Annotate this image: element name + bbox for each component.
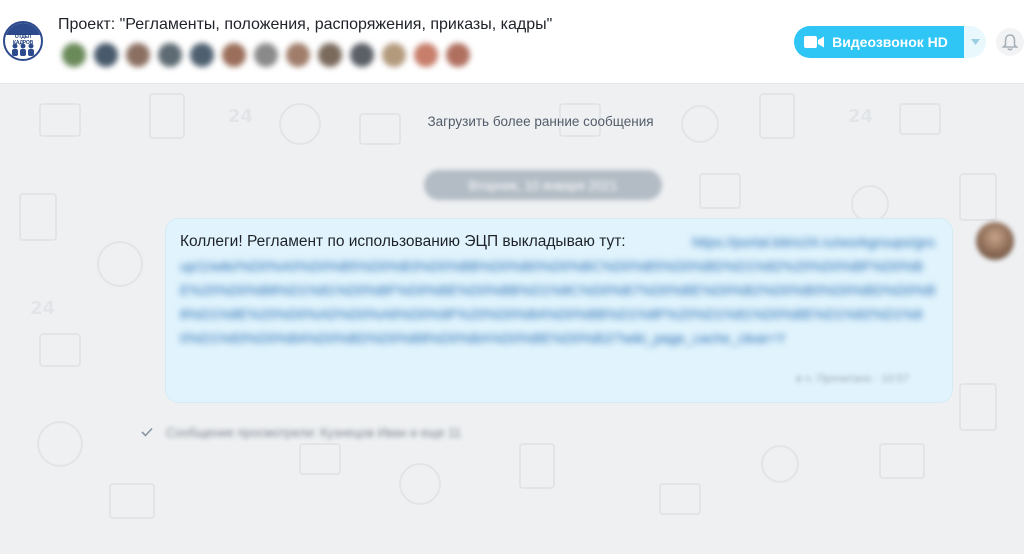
member-avatar[interactable] <box>350 43 374 67</box>
member-avatar[interactable] <box>190 43 214 67</box>
message-link[interactable]: https://portal.bitrix24.ru/workgroups/gr… <box>180 230 940 350</box>
member-avatar[interactable] <box>446 43 470 67</box>
chevron-down-icon <box>970 39 980 45</box>
date-separator: Вторник, 10 января 2021 <box>424 170 662 200</box>
seen-by-text[interactable]: Сообщение просмотрели: Кузнецов Иван и е… <box>166 426 461 440</box>
member-avatars[interactable] <box>62 43 470 69</box>
member-avatar[interactable] <box>94 43 118 67</box>
video-camera-icon <box>804 36 825 48</box>
message-meta: в ч. Прочитано · 10:57 <box>796 373 910 385</box>
member-avatar[interactable] <box>62 43 86 67</box>
member-avatar[interactable] <box>126 43 150 67</box>
bell-icon <box>1001 34 1019 51</box>
check-icon <box>141 425 153 440</box>
svg-text:24: 24 <box>30 298 55 319</box>
people-icon <box>12 43 34 56</box>
video-call-button[interactable]: Видеозвонок HD <box>794 26 964 58</box>
video-call-dropdown[interactable] <box>964 26 986 58</box>
member-avatar[interactable] <box>222 43 246 67</box>
group-avatar[interactable]: ОТДЕЛ КАДРОВ <box>3 21 43 61</box>
load-earlier-messages[interactable]: Загрузить более ранние сообщения <box>0 114 1024 129</box>
member-avatar[interactable] <box>414 43 438 67</box>
member-avatar[interactable] <box>382 43 406 67</box>
video-call-label: Видеозвонок HD <box>832 34 948 50</box>
member-avatar[interactable] <box>158 43 182 67</box>
member-avatar[interactable] <box>254 43 278 67</box>
member-avatar[interactable] <box>286 43 310 67</box>
member-avatar[interactable] <box>318 43 342 67</box>
chat-header: ОТДЕЛ КАДРОВ Проект: "Регламенты, положе… <box>0 0 1024 84</box>
notifications-button[interactable] <box>996 28 1024 56</box>
sender-avatar[interactable] <box>976 222 1014 260</box>
chat-title[interactable]: Проект: "Регламенты, положения, распоряж… <box>58 16 552 34</box>
